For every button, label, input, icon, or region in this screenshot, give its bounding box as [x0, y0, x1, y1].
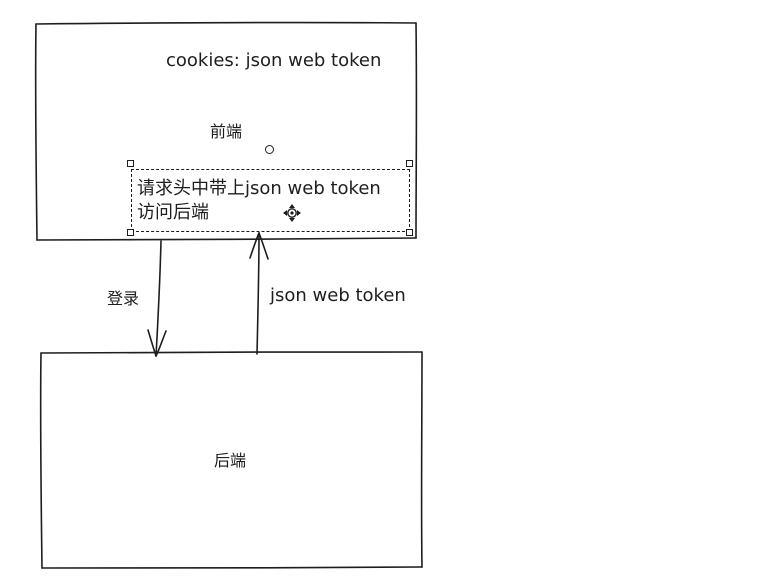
selection-handle-top-left[interactable] — [127, 160, 134, 167]
token-arrow[interactable] — [249, 232, 269, 355]
selection-handle-bottom-right[interactable] — [406, 229, 413, 236]
frontend-title: 前端 — [210, 122, 243, 141]
move-cursor-icon — [283, 204, 301, 222]
login-arrow-label: 登录 — [107, 289, 140, 308]
request-note-line1: 请求头中带上json web token — [137, 178, 381, 199]
selection-handle-bottom-left[interactable] — [127, 229, 134, 236]
rotate-handle-icon[interactable] — [265, 145, 274, 154]
cookie-note: cookies: json web token — [166, 50, 382, 71]
request-note-line2: 访问后端 — [137, 202, 209, 223]
token-arrow-label: json web token — [270, 285, 406, 306]
backend-title: 后端 — [214, 451, 247, 470]
selection-handle-top-right[interactable] — [406, 160, 413, 167]
login-arrow[interactable] — [147, 240, 167, 357]
